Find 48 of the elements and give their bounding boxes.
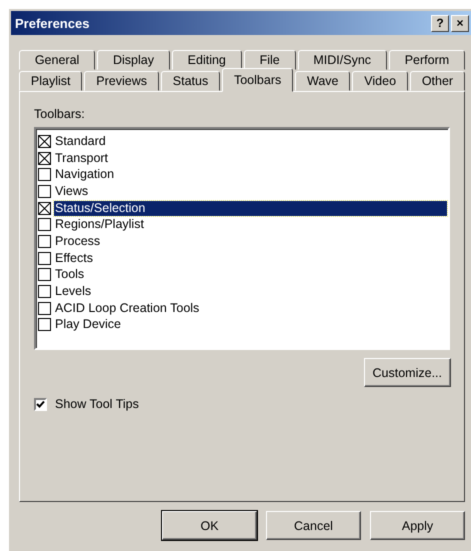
list-item[interactable]: Play Device [54,317,447,332]
dialog-button[interactable]: OK [162,511,257,540]
list-item[interactable]: Levels [54,284,447,300]
tab[interactable]: Video [352,71,408,91]
list-item[interactable]: Transport [54,150,447,166]
tab[interactable]: Perform [388,50,466,70]
tab[interactable]: File [244,50,296,70]
tab[interactable]: General [19,50,96,70]
checkbox[interactable] [38,318,51,332]
checkbox[interactable] [38,152,51,165]
customize-button[interactable]: Customize... [364,358,451,387]
dialog-button[interactable]: Apply [370,511,465,540]
tab[interactable]: Toolbars [222,68,294,92]
checkbox-label: Show Tool Tips [55,397,139,411]
tab[interactable]: MIDI/Sync [298,50,387,70]
dialog-button[interactable]: Cancel [266,511,361,540]
list-item[interactable]: Effects [54,250,447,266]
list-item[interactable]: Navigation [54,167,447,182]
tab[interactable]: Previews [84,71,159,91]
list-item[interactable]: Tools [54,267,447,282]
list-label: Toolbars: [34,107,86,123]
help-button[interactable]: ? [431,14,449,32]
tab[interactable]: Wave [295,71,350,91]
checkbox[interactable] [38,285,51,298]
close-button[interactable]: × [451,14,469,32]
tab[interactable]: Other [410,71,465,91]
tab[interactable]: Status [160,71,220,91]
checkbox[interactable] [38,134,51,148]
checkbox[interactable] [38,168,51,182]
checkbox[interactable] [38,202,51,215]
checkbox[interactable] [34,398,47,410]
toolbar-list[interactable]: Standard Transport Navigation Views Status/Selection Regions/Playlist Process Effects Tools Levels ACID Loop Creation Tools Play Device [34,127,450,350]
checkbox[interactable] [38,184,51,198]
list-item[interactable]: Regions/Playlist [54,217,447,232]
list-item[interactable]: Status/Selection [54,200,447,216]
checkbox[interactable] [38,268,51,282]
list-item[interactable]: Standard [54,134,447,149]
list-item[interactable]: Views [54,184,447,199]
tab[interactable]: Display [97,50,170,70]
tab[interactable]: Playlist [19,71,82,91]
list-item[interactable]: ACID Loop Creation Tools [54,300,447,316]
window-title: Preferences [15,16,90,30]
tab[interactable]: Editing [172,50,242,70]
checkbox[interactable] [38,302,51,315]
checkbox[interactable] [38,234,51,248]
checkbox[interactable] [38,218,51,232]
list-item[interactable]: Process [54,234,447,249]
checkbox[interactable] [38,252,51,265]
